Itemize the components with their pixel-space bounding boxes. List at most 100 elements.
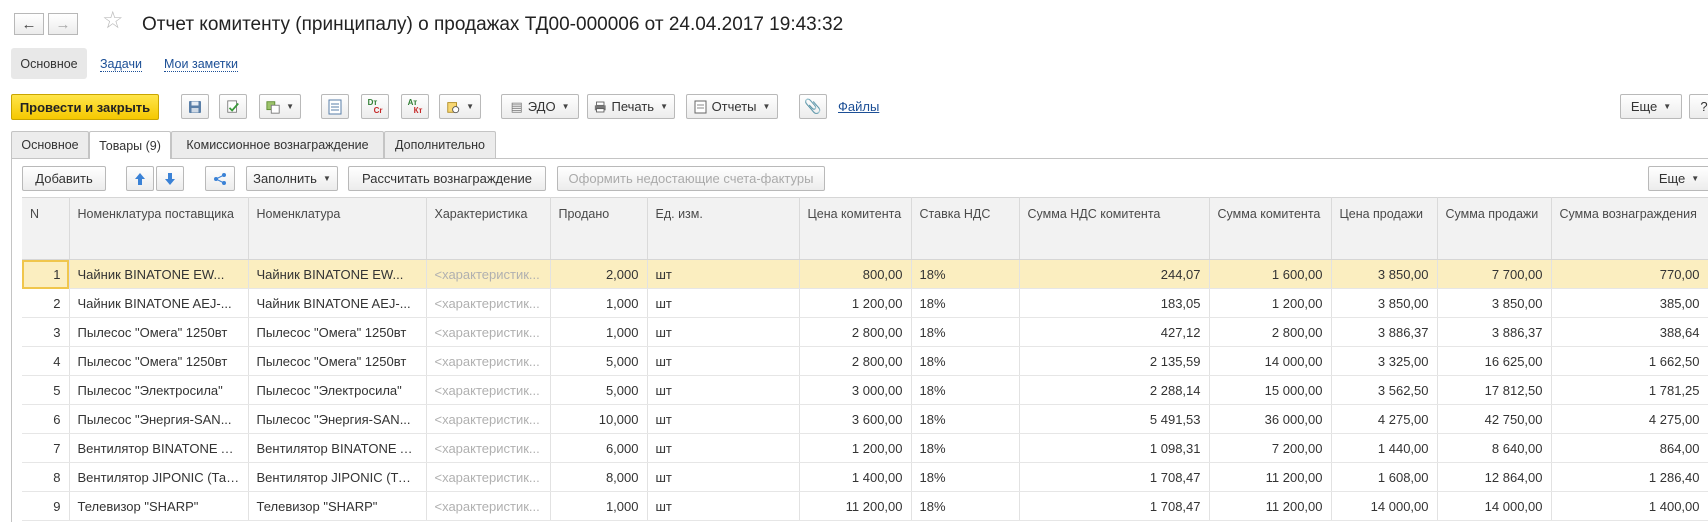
table-cell[interactable]: 3 600,00 bbox=[799, 404, 912, 434]
table-cell[interactable]: Пылесос "Омега" 1250вт bbox=[69, 317, 249, 347]
table-cell[interactable]: 14 000,00 bbox=[1437, 491, 1552, 521]
table-cell[interactable]: 1 708,47 bbox=[1019, 491, 1210, 521]
table-cell[interactable]: шт bbox=[647, 317, 800, 347]
table-cell[interactable]: 2 800,00 bbox=[1209, 317, 1332, 347]
dt-kt-postings-button[interactable]: Ат Кт bbox=[401, 94, 429, 119]
table-cell[interactable]: 3 850,00 bbox=[1331, 259, 1438, 289]
table-cell[interactable]: 6 bbox=[22, 404, 70, 434]
table-cell[interactable]: Телевизор "SHARP" bbox=[248, 491, 427, 521]
table-row[interactable]: 8 Вентилятор JIPONIC (Тай... Вентилятор JI… bbox=[22, 462, 1708, 492]
table-cell[interactable]: шт bbox=[647, 259, 800, 289]
table-cell[interactable]: Вентилятор BINATONE A... bbox=[69, 433, 249, 463]
table-cell[interactable]: 1 440,00 bbox=[1331, 433, 1438, 463]
col-header[interactable]: Продано bbox=[550, 197, 648, 260]
move-down-button[interactable] bbox=[156, 166, 184, 191]
table-cell[interactable]: 2 288,14 bbox=[1019, 375, 1210, 405]
table-cell[interactable]: 3 886,37 bbox=[1331, 317, 1438, 347]
forward-button[interactable]: → bbox=[48, 13, 78, 35]
create-based-on-button[interactable]: ▼ bbox=[259, 94, 301, 119]
table-cell[interactable]: 385,00 bbox=[1551, 288, 1708, 318]
col-header[interactable]: Ед. изм. bbox=[647, 197, 800, 260]
print-button[interactable]: Печать ▼ bbox=[587, 94, 675, 119]
table-cell[interactable]: 36 000,00 bbox=[1209, 404, 1332, 434]
table-cell[interactable]: 15 000,00 bbox=[1209, 375, 1332, 405]
table-cell[interactable]: 2 800,00 bbox=[799, 317, 912, 347]
table-cell[interactable]: <характеристик... bbox=[426, 375, 551, 405]
table-cell[interactable]: <характеристик... bbox=[426, 404, 551, 434]
table-cell[interactable]: <характеристик... bbox=[426, 317, 551, 347]
back-button[interactable]: ← bbox=[14, 13, 44, 35]
table-cell[interactable]: 4 275,00 bbox=[1331, 404, 1438, 434]
files-link[interactable]: Файлы bbox=[838, 99, 879, 114]
table-row[interactable]: 4 Пылесос "Омега" 1250вт Пылесос "Омега" 1… bbox=[22, 346, 1708, 376]
table-cell[interactable]: 3 850,00 bbox=[1331, 288, 1438, 318]
table-cell[interactable]: шт bbox=[647, 404, 800, 434]
save-button[interactable] bbox=[181, 94, 209, 119]
table-cell[interactable]: 8 640,00 bbox=[1437, 433, 1552, 463]
table-row[interactable]: 5 Пылесос "Электросила" Пылесос "Электроси… bbox=[22, 375, 1708, 405]
col-header[interactable]: N bbox=[22, 197, 70, 260]
table-cell[interactable]: 7 200,00 bbox=[1209, 433, 1332, 463]
table-cell[interactable]: Пылесос "Электросила" bbox=[248, 375, 427, 405]
table-cell[interactable]: 4 bbox=[22, 346, 70, 376]
table-cell[interactable]: 2 800,00 bbox=[799, 346, 912, 376]
col-header[interactable]: Цена комитента bbox=[799, 197, 912, 260]
section-main[interactable]: Основное bbox=[11, 48, 87, 79]
table-more-button[interactable]: Еще ▼ bbox=[1648, 166, 1708, 191]
table-cell[interactable]: 10,000 bbox=[550, 404, 648, 434]
table-cell[interactable]: Вентилятор BINATONE A... bbox=[248, 433, 427, 463]
table-cell[interactable]: шт bbox=[647, 433, 800, 463]
table-cell[interactable]: Пылесос "Омега" 1250вт bbox=[248, 317, 427, 347]
table-row[interactable]: 6 Пылесос "Энергия-SAN... Пылесос "Энергия… bbox=[22, 404, 1708, 434]
reports-button[interactable]: Отчеты ▼ bbox=[686, 94, 778, 119]
table-cell[interactable]: 14 000,00 bbox=[1209, 346, 1332, 376]
table-cell[interactable]: шт bbox=[647, 491, 800, 521]
table-cell[interactable]: 17 812,50 bbox=[1437, 375, 1552, 405]
table-cell[interactable]: 1 608,00 bbox=[1331, 462, 1438, 492]
related-documents-button[interactable]: ▼ bbox=[439, 94, 481, 119]
table-cell[interactable]: 18% bbox=[911, 375, 1020, 405]
table-cell[interactable]: 3 000,00 bbox=[799, 375, 912, 405]
table-cell[interactable]: 1,000 bbox=[550, 288, 648, 318]
table-row[interactable]: 9 Телевизор "SHARP" Телевизор "SHARP" <хара… bbox=[22, 491, 1708, 521]
calculate-commission-button[interactable]: Рассчитать вознаграждение bbox=[348, 166, 546, 191]
table-cell[interactable]: Чайник BINATONE AEJ-... bbox=[248, 288, 427, 318]
table-cell[interactable]: 18% bbox=[911, 433, 1020, 463]
attach-button[interactable]: 📎 bbox=[799, 94, 827, 119]
table-cell[interactable]: 18% bbox=[911, 404, 1020, 434]
table-cell[interactable]: 2 135,59 bbox=[1019, 346, 1210, 376]
table-cell[interactable]: 18% bbox=[911, 462, 1020, 492]
table-cell[interactable]: Пылесос "Электросила" bbox=[69, 375, 249, 405]
table-cell[interactable]: 11 200,00 bbox=[799, 491, 912, 521]
table-cell[interactable]: 7 bbox=[22, 433, 70, 463]
table-cell[interactable]: 1 bbox=[22, 259, 70, 289]
table-cell[interactable]: 427,12 bbox=[1019, 317, 1210, 347]
move-up-button[interactable] bbox=[126, 166, 154, 191]
table-cell[interactable]: 1 200,00 bbox=[799, 288, 912, 318]
table-cell[interactable]: <характеристик... bbox=[426, 288, 551, 318]
table-cell[interactable]: 1 098,31 bbox=[1019, 433, 1210, 463]
table-cell[interactable]: 12 864,00 bbox=[1437, 462, 1552, 492]
table-cell[interactable]: 11 200,00 bbox=[1209, 462, 1332, 492]
table-cell[interactable]: 1 600,00 bbox=[1209, 259, 1332, 289]
table-cell[interactable]: Чайник BINATONE EW... bbox=[69, 259, 249, 289]
table-cell[interactable]: Чайник BINATONE AEJ-... bbox=[69, 288, 249, 318]
table-cell[interactable]: 18% bbox=[911, 288, 1020, 318]
table-cell[interactable]: 770,00 bbox=[1551, 259, 1708, 289]
table-cell[interactable]: 244,07 bbox=[1019, 259, 1210, 289]
table-cell[interactable]: 11 200,00 bbox=[1209, 491, 1332, 521]
table-cell[interactable]: <характеристик... bbox=[426, 433, 551, 463]
table-cell[interactable]: Чайник BINATONE EW... bbox=[248, 259, 427, 289]
table-cell[interactable]: 14 000,00 bbox=[1331, 491, 1438, 521]
table-cell[interactable]: 3 bbox=[22, 317, 70, 347]
table-row[interactable]: 1 Чайник BINATONE EW... Чайник BINATONE EW… bbox=[22, 259, 1708, 289]
table-row[interactable]: 7 Вентилятор BINATONE A... Вентилятор BINA… bbox=[22, 433, 1708, 463]
col-header[interactable]: Номенклатура bbox=[248, 197, 427, 260]
table-cell[interactable]: 2 bbox=[22, 288, 70, 318]
more-button[interactable]: Еще ▼ bbox=[1620, 94, 1682, 119]
table-cell[interactable]: 16 625,00 bbox=[1437, 346, 1552, 376]
table-cell[interactable]: Пылесос "Энергия-SAN... bbox=[248, 404, 427, 434]
table-cell[interactable]: 9 bbox=[22, 491, 70, 521]
table-row[interactable]: 2 Чайник BINATONE AEJ-... Чайник BINATONE … bbox=[22, 288, 1708, 318]
table-cell[interactable]: 18% bbox=[911, 317, 1020, 347]
